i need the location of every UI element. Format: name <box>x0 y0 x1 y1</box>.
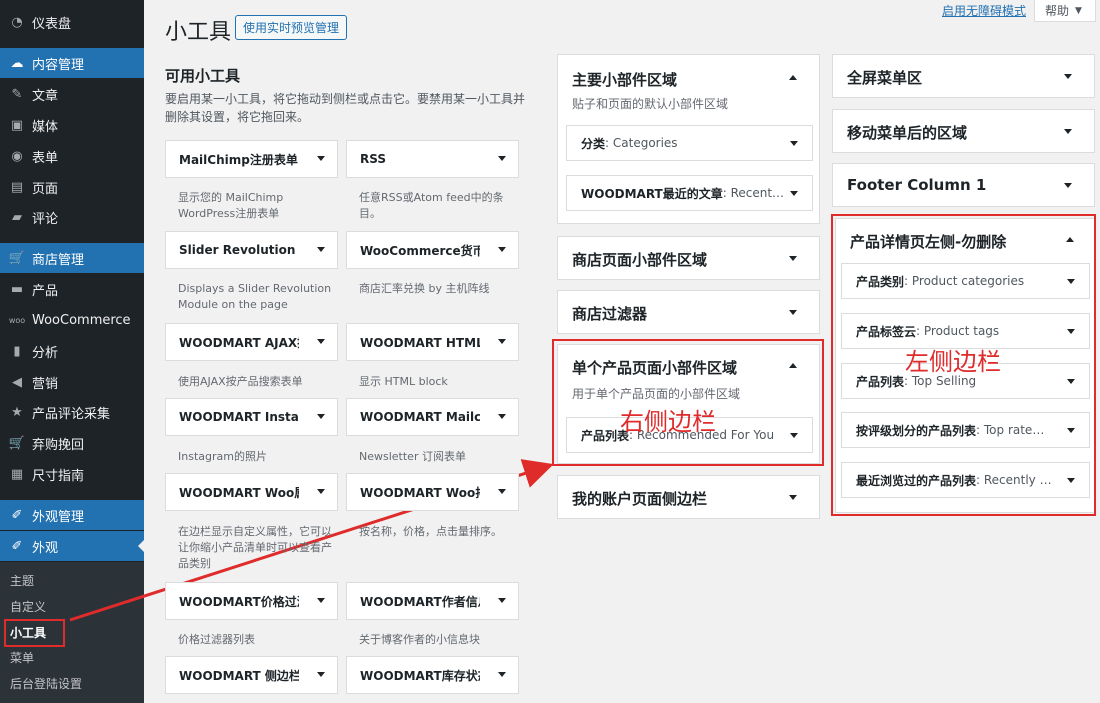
available-widget-description: 按名称，价格，点击量排序。 <box>359 525 502 538</box>
available-widget-description: 任意RSS或Atom feed中的条目。 <box>359 191 504 220</box>
available-widget[interactable]: WOODMART库存状态 <box>346 656 519 694</box>
available-widget[interactable]: WOODMART价格过滤 <box>165 582 338 620</box>
expand-icon[interactable] <box>317 414 325 419</box>
expand-icon[interactable] <box>498 414 506 419</box>
available-widget-description: Instagram的照片 <box>178 450 267 463</box>
available-widget[interactable]: WooCommerce货币转换 <box>346 231 519 269</box>
expand-icon[interactable] <box>498 489 506 494</box>
available-widget-description: 使用AJAX按产品搜索表单 <box>178 375 303 388</box>
expand-icon[interactable] <box>317 247 325 252</box>
available-widget[interactable]: RSS <box>346 140 519 178</box>
available-widget[interactable]: WOODMART HTML块 <box>346 323 519 361</box>
expand-icon[interactable] <box>498 247 506 252</box>
available-widget-description: 显示 HTML block <box>359 375 448 388</box>
available-widget-description: 在边栏显示自定义属性，它可以让你缩小产品清单时可以查看产品类别 <box>178 525 332 570</box>
expand-icon[interactable] <box>498 672 506 677</box>
available-widget-description: Newsletter 订阅表单 <box>359 450 466 463</box>
available-widget-description: 价格过滤器列表 <box>178 633 255 646</box>
available-widget[interactable]: WOODMART Woo排序 <box>346 473 519 511</box>
expand-icon[interactable] <box>317 672 325 677</box>
expand-icon[interactable] <box>498 598 506 603</box>
expand-icon[interactable] <box>498 156 506 161</box>
available-widget[interactable]: WOODMART作者信息 <box>346 582 519 620</box>
available-widget[interactable]: WOODMART AJAX搜索 <box>165 323 338 361</box>
expand-icon[interactable] <box>317 339 325 344</box>
available-widget-description: Displays a Slider Revolution Module on t… <box>178 282 332 311</box>
available-widget[interactable]: WOODMART Instagram <box>165 398 338 436</box>
expand-icon[interactable] <box>317 156 325 161</box>
expand-icon[interactable] <box>498 339 506 344</box>
expand-icon[interactable] <box>317 598 325 603</box>
available-widget-description: 商店汇率兑换 by 主机阵线 <box>359 282 490 295</box>
available-widget[interactable]: WOODMART Mailchimp <box>346 398 519 436</box>
expand-icon[interactable] <box>317 489 325 494</box>
available-widget[interactable]: WOODMART 侧边栏菜单 <box>165 656 338 694</box>
available-widget-description: 关于博客作者的小信息块 <box>359 633 480 646</box>
available-widget-description: 显示您的 MailChimp WordPress注册表单 <box>178 191 284 220</box>
available-widget[interactable]: Slider Revolution <box>165 231 338 269</box>
available-widget[interactable]: WOODMART Woo属性过滤 <box>165 473 338 511</box>
available-widget[interactable]: MailChimp注册表单 <box>165 140 338 178</box>
